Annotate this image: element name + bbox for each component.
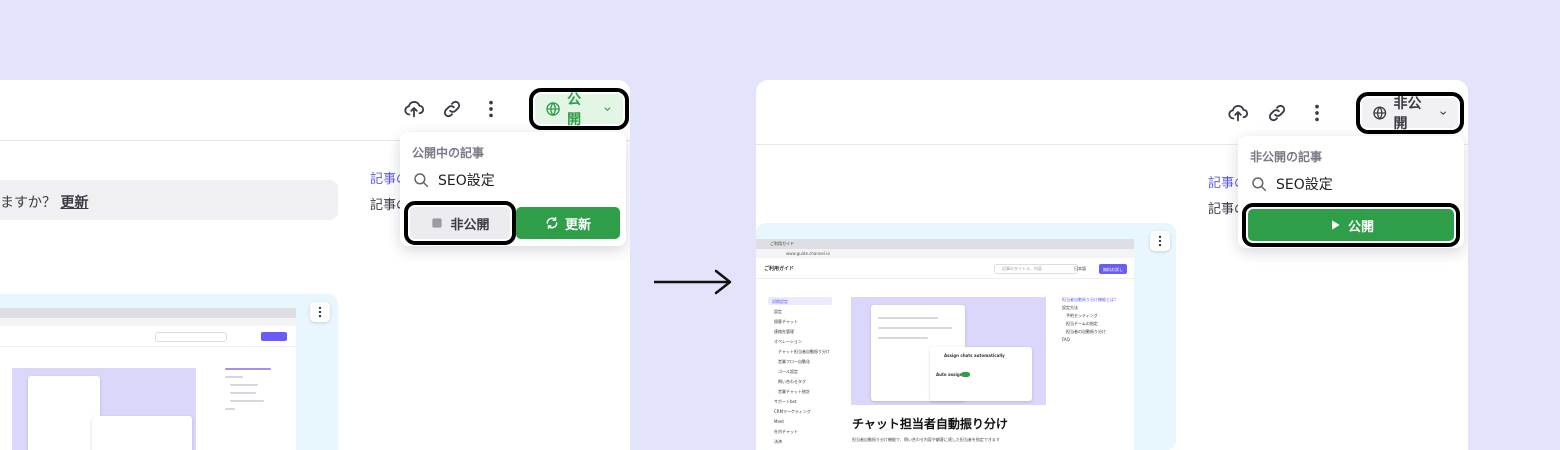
refresh-icon: [546, 217, 558, 229]
link-icon[interactable]: [439, 96, 465, 122]
update-prompt: ますか？ 更新: [0, 195, 89, 211]
preview-heading: チャット担当者自動振り分け: [852, 417, 1008, 431]
unpublish-button[interactable]: 非公開: [404, 201, 516, 245]
preview-card-title: Assign chats automatically: [944, 353, 1005, 358]
publish-status-label: 公開: [567, 92, 582, 128]
arrow-right-icon: [654, 269, 732, 295]
preview-language: 日本語: [1074, 266, 1086, 271]
chevron-down-icon: [1439, 111, 1446, 116]
globe-icon: [1373, 106, 1387, 120]
link-icon[interactable]: [1264, 100, 1290, 126]
preview-subtext: 担当者自動振り分け機能で、問い合わせ内容や顧客に適した担当者を指定できます: [852, 437, 1000, 442]
publish-status-button[interactable]: 非公開: [1356, 92, 1464, 134]
preview-more-icon[interactable]: [1150, 231, 1170, 251]
stop-icon: [432, 218, 443, 228]
preview-card: ご利用ガイド www.guide.channel.io ご利用ガイド 記事のタイ…: [756, 223, 1176, 450]
editor-panel-before: 公開 ますか？ 更新 記事の 記事の 公開中の記事 SEO設定 非公開 更新: [0, 80, 630, 450]
publish-dropdown: 公開中の記事 SEO設定 非公開 更新: [400, 132, 626, 246]
publish-status-label: 非公開: [1393, 96, 1422, 132]
update-prompt-bar: ますか？ 更新: [0, 180, 338, 220]
cloud-upload-icon[interactable]: [401, 96, 427, 122]
seo-settings-item[interactable]: SEO設定: [412, 170, 495, 190]
dropdown-heading: 非公開の記事: [1250, 150, 1323, 164]
preview-search: 記事のタイトル、内容: [1002, 266, 1042, 271]
preview-site-title: ご利用ガイド: [764, 266, 795, 272]
preview-url: www.guide.channel.io: [786, 251, 830, 256]
preview-tab-title: ご利用ガイド: [770, 241, 794, 246]
publish-status-button[interactable]: 公開: [529, 88, 629, 130]
more-vertical-icon[interactable]: [1304, 100, 1330, 126]
preview-cta: 無料お試し: [1103, 267, 1123, 272]
seo-settings-label: SEO設定: [438, 173, 495, 189]
search-icon: [414, 173, 429, 188]
preview-card-toggle: Auto assign: [936, 372, 963, 377]
dropdown-heading: 公開中の記事: [412, 146, 485, 160]
preview-more-icon[interactable]: [310, 302, 330, 322]
seo-settings-label: SEO設定: [1276, 177, 1333, 193]
preview-screenshot: ご利用ガイド www.guide.channel.io ご利用ガイド 記事のタイ…: [756, 239, 1134, 450]
more-vertical-icon[interactable]: [478, 96, 504, 122]
update-button[interactable]: 更新: [516, 207, 620, 239]
publish-button[interactable]: 公開: [1242, 203, 1460, 247]
preview-screenshot: [0, 308, 296, 450]
cloud-upload-icon[interactable]: [1225, 100, 1251, 126]
preview-card: [0, 294, 338, 450]
chevron-down-icon: [604, 107, 611, 112]
globe-icon: [546, 102, 560, 117]
update-link[interactable]: 更新: [60, 195, 88, 211]
play-icon: [1332, 220, 1340, 230]
seo-settings-item[interactable]: SEO設定: [1250, 174, 1333, 194]
publish-dropdown: 非公開の記事 SEO設定 公開: [1238, 136, 1464, 248]
search-icon: [1252, 177, 1267, 192]
editor-panel-after: 非公開 記事の 記事の ご利用ガイド www.guide.channel.io …: [756, 80, 1468, 450]
